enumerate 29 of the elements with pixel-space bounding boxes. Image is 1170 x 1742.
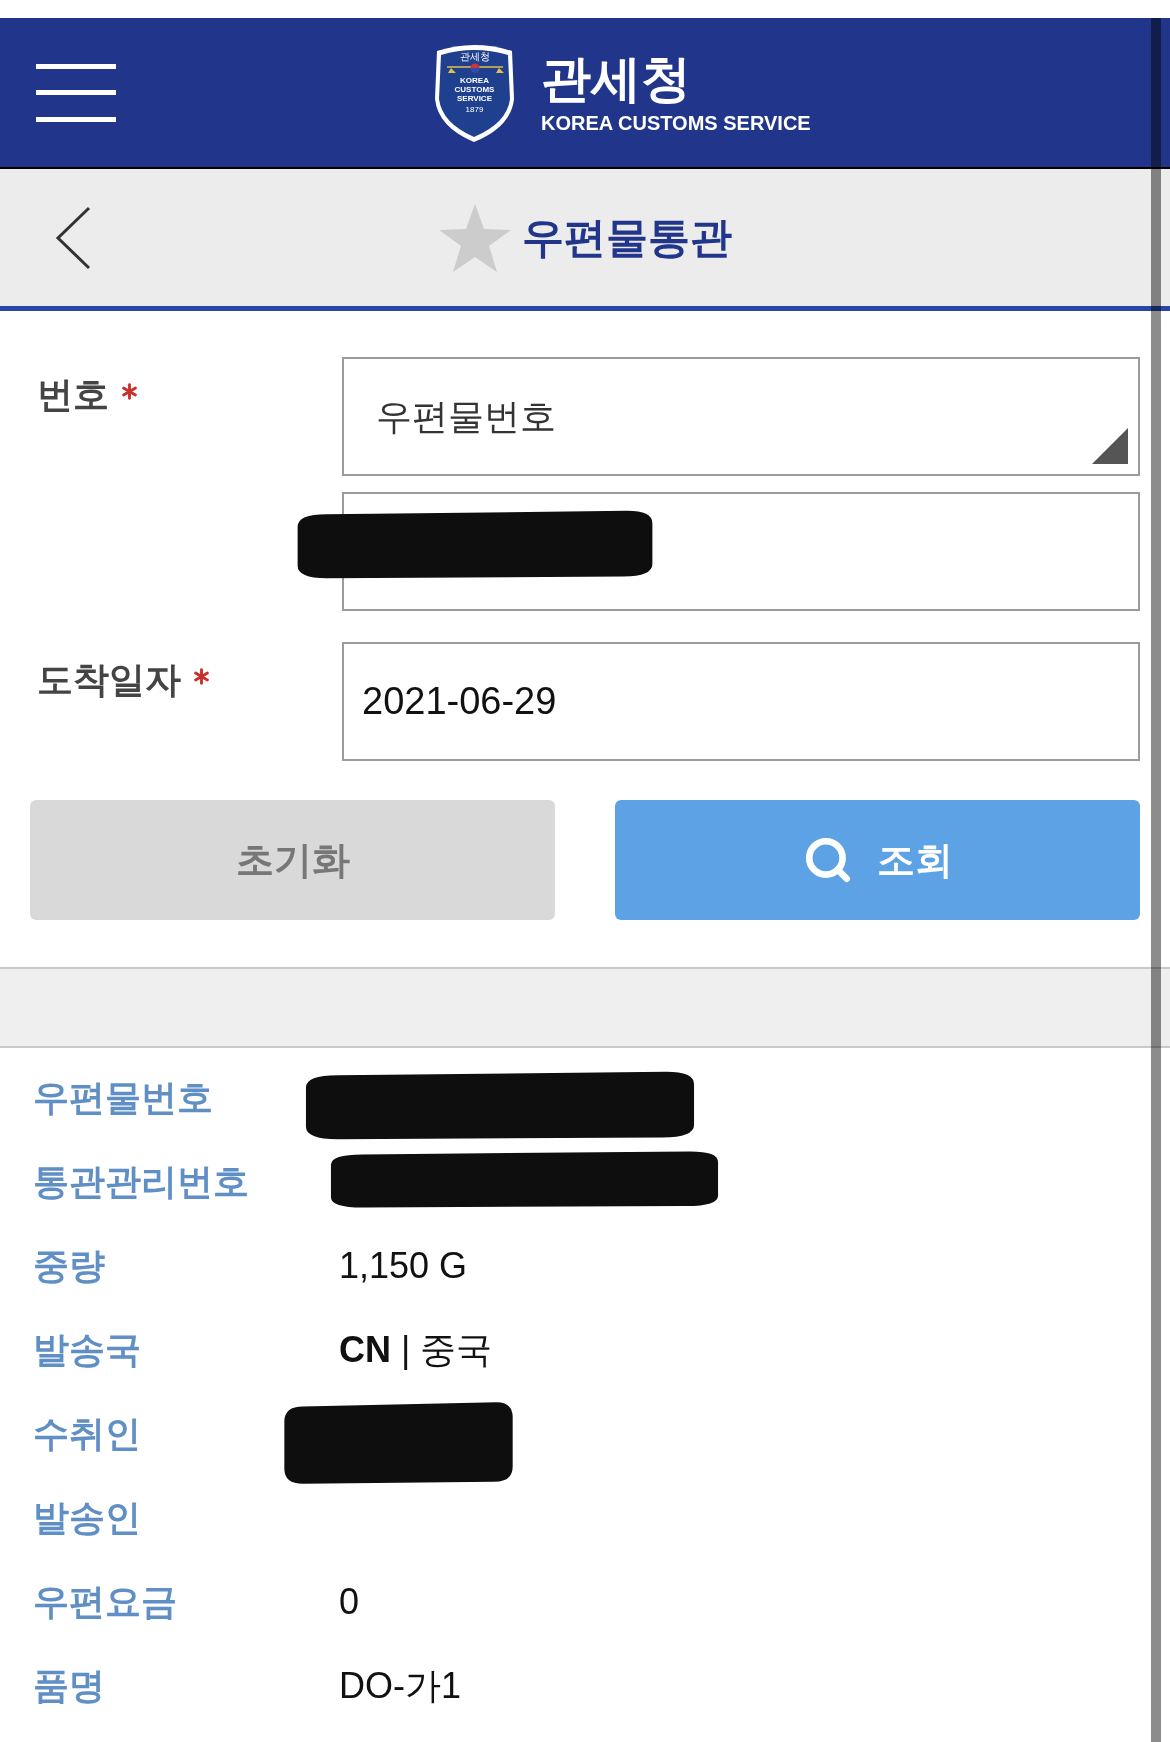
logo-subtitle: KOREA CUSTOMS SERVICE	[541, 110, 811, 135]
result-label: 우편물번호	[33, 1076, 214, 1120]
result-label: 발송인	[33, 1496, 142, 1540]
emblem-text: 1879	[465, 104, 484, 114]
result-label: 품명	[33, 1664, 106, 1708]
result-value: 0	[339, 1580, 360, 1624]
scales-icon	[444, 62, 505, 75]
emblem-text: SERVICE	[457, 93, 492, 103]
back-icon[interactable]	[55, 205, 91, 270]
result-value: DO-가1	[339, 1664, 461, 1708]
result-label: 우편요금	[33, 1580, 178, 1624]
result-value: 1,150 G	[339, 1244, 468, 1288]
dropdown-corner-icon	[1092, 428, 1128, 464]
emblem-text: CUSTOMS	[454, 84, 495, 94]
result-label: 발송국	[33, 1328, 142, 1372]
result-label: 중량	[33, 1244, 106, 1288]
emblem-text: KOREA	[460, 75, 489, 85]
number-type-select[interactable]: 우편물번호	[342, 357, 1140, 476]
logo-title: 관세청	[541, 50, 692, 107]
result-label: 통관관리번호	[33, 1160, 250, 1204]
emblem-text: 관세청	[459, 50, 490, 62]
field-label: 번호	[37, 373, 109, 417]
result-label: 수취인	[33, 1412, 142, 1456]
result-value: CN | 중국	[339, 1328, 493, 1372]
menu-icon[interactable]	[36, 63, 116, 122]
page-title: 우편물통관	[522, 212, 732, 263]
text-input[interactable]: 2021-06-29	[342, 642, 1140, 761]
star-icon[interactable]	[439, 203, 511, 272]
field-label: 도착일자	[37, 658, 181, 702]
